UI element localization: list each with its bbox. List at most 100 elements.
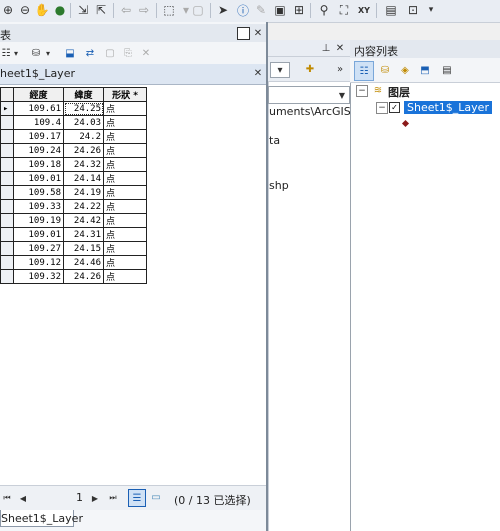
show-selected-records-icon[interactable]: ▭ [148, 489, 164, 505]
table-row[interactable]: 109.58 24.19 点 [0, 185, 147, 200]
switch-selection-icon[interactable]: ⇄ [82, 45, 98, 61]
table-cell[interactable]: 24.22 [63, 199, 104, 214]
maximize-icon[interactable] [237, 27, 250, 40]
row-selector[interactable] [0, 199, 14, 214]
last-record-icon[interactable]: ⏭ [108, 491, 118, 505]
table-row[interactable]: 109.19 24.42 点 [0, 213, 147, 228]
row-selector[interactable] [0, 255, 14, 270]
zoom-in-icon[interactable]: ⊕ [0, 2, 16, 18]
collapse-icon[interactable]: − [376, 102, 388, 114]
toc-group-label[interactable]: 图层 [388, 84, 410, 100]
table-cell[interactable]: 24.19 [63, 185, 104, 200]
collapse-icon[interactable]: − [356, 85, 368, 97]
table-row[interactable]: 109.17 24.2 点 [0, 129, 147, 144]
edit-icon[interactable]: ✎ [253, 2, 269, 18]
table-cell[interactable]: 点 [103, 255, 147, 270]
select-by-attributes-icon[interactable]: ⬓ [62, 45, 78, 61]
fixed-zoom-in-icon[interactable]: ⇲ [75, 2, 91, 18]
pan-icon[interactable]: ✋ [34, 2, 50, 18]
overflow-icon[interactable]: » [334, 61, 346, 77]
column-header[interactable]: 形狀 * [103, 87, 147, 102]
row-selector[interactable] [0, 269, 14, 284]
table-row[interactable]: 109.01 24.14 点 [0, 171, 147, 186]
table-row[interactable]: 109.01 24.31 点 [0, 227, 147, 242]
catalog-dropdown[interactable]: ▾ [270, 62, 290, 78]
table-cell[interactable]: 点 [103, 199, 147, 214]
table-cell[interactable]: 24.46 [63, 255, 104, 270]
forward-icon[interactable]: ⇨ [136, 2, 152, 18]
list-by-drawing-order-icon[interactable]: ☷ [354, 61, 374, 81]
table-cell[interactable]: 点 [103, 269, 147, 284]
row-selector[interactable] [0, 115, 14, 130]
table-cell[interactable]: 24.32 [63, 157, 104, 172]
table-row[interactable]: 109.32 24.26 点 [0, 269, 147, 284]
pointer-icon[interactable]: ➤ [215, 2, 231, 18]
table-options-icon[interactable]: ☷ [0, 45, 12, 61]
find-icon[interactable]: ⚲ [316, 2, 332, 18]
list-by-selection-icon[interactable]: ⬒ [416, 61, 434, 79]
table-cell[interactable]: 109.12 [13, 255, 64, 270]
close-tab-icon[interactable]: ✕ [252, 67, 264, 79]
row-selector[interactable] [0, 171, 14, 186]
table-cell[interactable]: 点 [103, 143, 147, 158]
table-cell[interactable]: 109.17 [13, 129, 64, 144]
row-selector[interactable] [0, 129, 14, 144]
table-cell[interactable]: 109.61 [13, 101, 64, 116]
table-cell[interactable]: 24.15 [63, 241, 104, 256]
next-record-icon[interactable]: ▶ [90, 491, 100, 505]
row-selector[interactable] [0, 241, 14, 256]
related-tables-icon[interactable]: ⛁ [28, 45, 44, 61]
bottom-layer-tab[interactable]: Sheet1$_Layer [0, 510, 83, 527]
measure-icon[interactable]: ⊞ [291, 2, 307, 18]
close-icon[interactable]: ✕ [334, 42, 346, 54]
globe-icon[interactable]: ● [52, 2, 68, 18]
html-popup-icon[interactable]: ▣ [272, 2, 288, 18]
table-cell[interactable]: 24.25 [63, 101, 104, 116]
table-cell[interactable]: 109.32 [13, 269, 64, 284]
table-cell[interactable]: 24.14 [63, 171, 104, 186]
options-icon[interactable]: ▤ [438, 61, 456, 79]
table-row[interactable]: 109.27 24.15 点 [0, 241, 147, 256]
table-cell[interactable]: 109.01 [13, 227, 64, 242]
catalog-path-text[interactable]: uments\ArcGIS [269, 105, 351, 118]
row-selector[interactable] [0, 157, 14, 172]
chevron-down-icon[interactable]: ▼ [337, 89, 347, 101]
table-cell[interactable]: 109.01 [13, 171, 64, 186]
table-cell[interactable]: 109.18 [13, 157, 64, 172]
fixed-zoom-out-icon[interactable]: ⇱ [93, 2, 109, 18]
table-cell[interactable]: 24.26 [63, 269, 104, 284]
layer-visibility-checkbox[interactable]: ✓ [389, 102, 400, 113]
goto-xy-icon[interactable]: XY [356, 2, 372, 18]
table-row[interactable]: 109.18 24.32 点 [0, 157, 147, 172]
zoom-out-icon[interactable]: ⊖ [17, 2, 33, 18]
table-cell[interactable]: 109.27 [13, 241, 64, 256]
table-cell[interactable]: 109.33 [13, 199, 64, 214]
table-cell[interactable]: 24.03 [63, 115, 104, 130]
table-cell[interactable]: 109.24 [13, 143, 64, 158]
pin-icon[interactable]: ⊥ [320, 42, 332, 54]
table-cell[interactable]: 24.2 [63, 129, 104, 144]
add-folder-icon[interactable]: ✚ [302, 61, 318, 77]
table-cell[interactable]: 点 [103, 129, 147, 144]
clear-selection-icon[interactable]: ▢ [190, 2, 206, 18]
row-selector[interactable] [0, 185, 14, 200]
close-icon[interactable]: ✕ [252, 27, 264, 39]
column-header[interactable]: 緯度 [63, 87, 104, 102]
table-cell[interactable]: 109.19 [13, 213, 64, 228]
row-selector[interactable] [0, 143, 14, 158]
table-cell[interactable]: 109.58 [13, 185, 64, 200]
table-cell[interactable]: 点 [103, 171, 147, 186]
table-row[interactable]: 109.4 24.03 点 [0, 115, 147, 130]
row-selector[interactable] [0, 227, 14, 242]
table-row[interactable]: 109.24 24.26 点 [0, 143, 147, 158]
zoom-to-selected-icon[interactable]: ⎘ [120, 45, 136, 61]
table-cell[interactable]: 24.31 [63, 227, 104, 242]
table-cell[interactable]: 点 [103, 101, 147, 116]
list-by-source-icon[interactable]: ⛁ [376, 61, 394, 79]
table-cell[interactable]: 109.4 [13, 115, 64, 130]
select-features-icon[interactable]: ⬚ [161, 2, 177, 18]
current-record[interactable]: 1 [76, 491, 83, 504]
toc-layer-label[interactable]: Sheet1$_Layer [404, 101, 492, 114]
clear-selection-icon[interactable]: ▢ [102, 45, 118, 61]
previous-record-icon[interactable]: ◀ [18, 491, 28, 505]
